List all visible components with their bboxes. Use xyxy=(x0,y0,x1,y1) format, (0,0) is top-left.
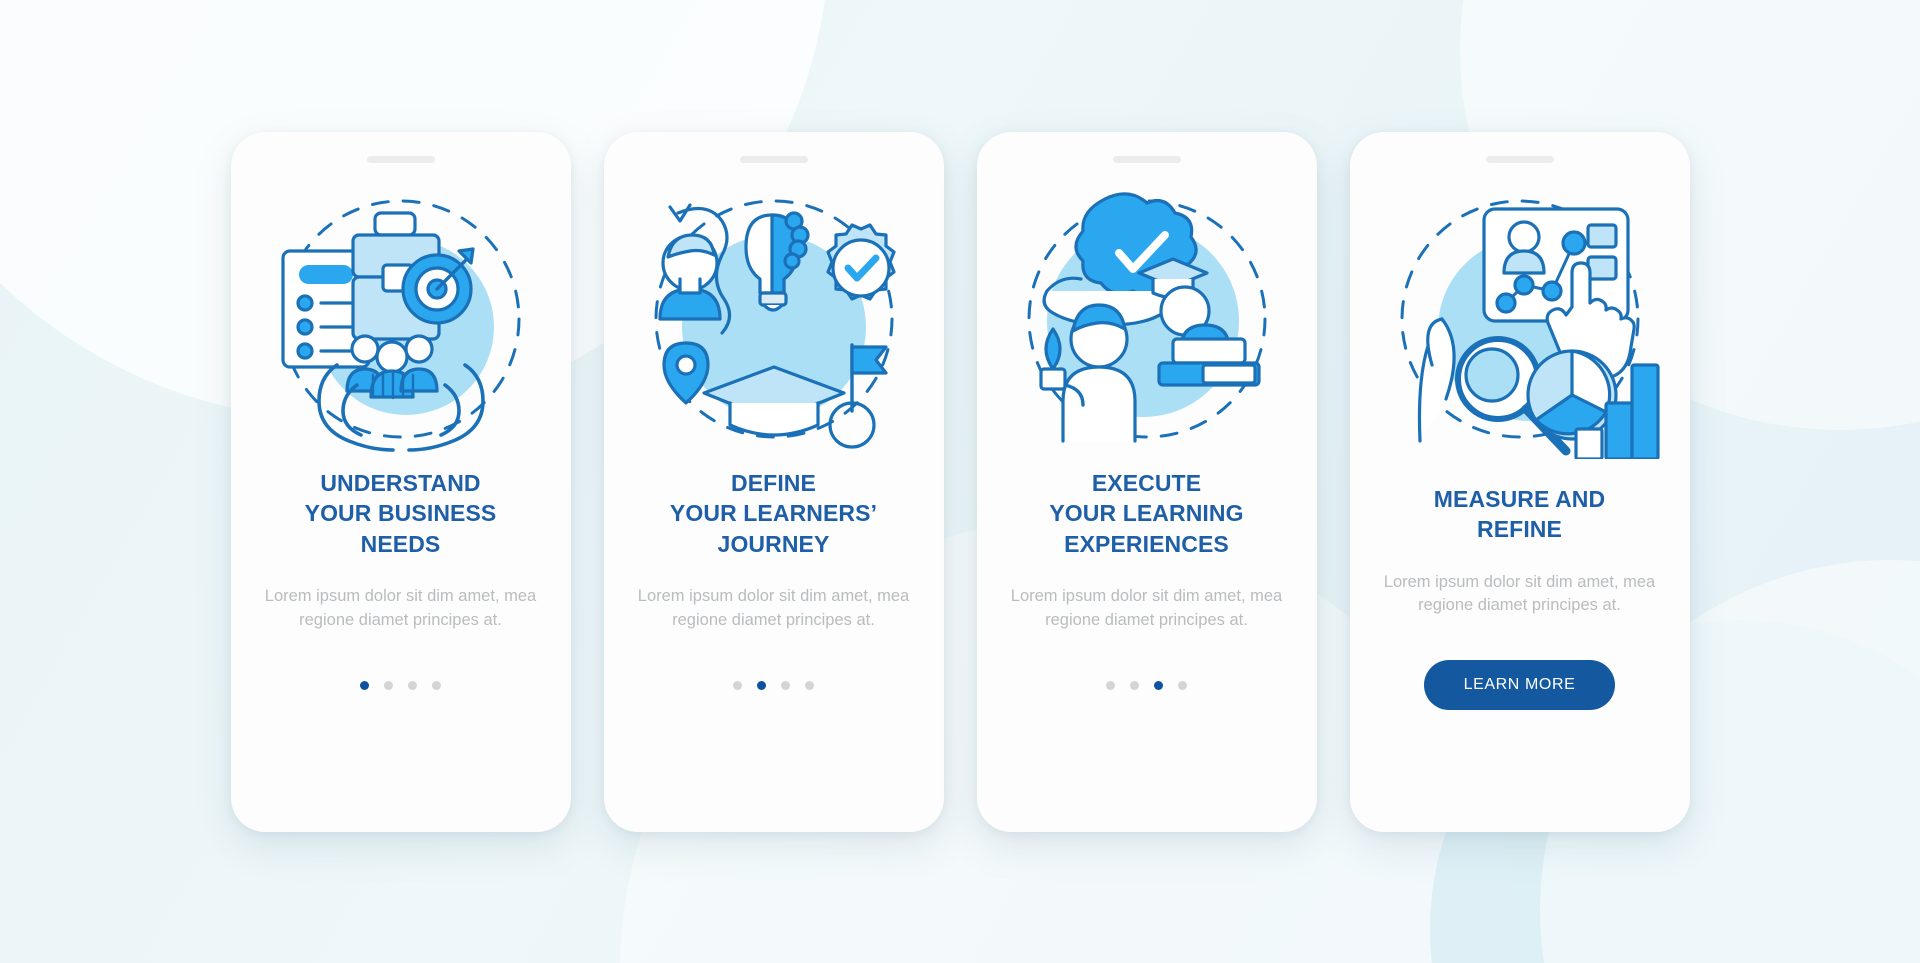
pagination-dots[interactable] xyxy=(1106,680,1187,690)
phone-speaker-bar xyxy=(366,155,435,163)
pagination-dot-1[interactable] xyxy=(360,680,369,690)
page-description: Lorem ipsum dolor sit dim amet, mea regi… xyxy=(264,587,537,629)
measure-refine-illustration xyxy=(1370,177,1670,462)
pagination-dot-1[interactable] xyxy=(1106,680,1115,690)
phone-speaker-bar xyxy=(1112,155,1181,163)
onboarding-screen-4[interactable]: MEASURE AND REFINE Lorem ipsum dolor sit… xyxy=(1349,131,1690,832)
onboarding-screens-row: UNDERSTAND YOUR BUSINESS NEEDS Lorem ips… xyxy=(0,0,1920,963)
learn-more-button[interactable]: LEARN MORE xyxy=(1423,660,1616,711)
pagination-dot-3[interactable] xyxy=(1154,680,1163,690)
phone-speaker-bar xyxy=(1485,155,1554,163)
pagination-dot-2[interactable] xyxy=(757,680,766,690)
onboarding-screen-1[interactable]: UNDERSTAND YOUR BUSINESS NEEDS Lorem ips… xyxy=(230,131,571,832)
onboarding-screen-3[interactable]: EXECUTE YOUR LEARNING EXPERIENCES Lorem … xyxy=(976,131,1317,832)
onboarding-screen-2[interactable]: DEFINE YOUR LEARNERS’ JOURNEY Lorem ipsu… xyxy=(603,131,944,832)
learners-journey-illustration xyxy=(624,177,924,462)
pagination-dot-4[interactable] xyxy=(1178,680,1187,690)
pagination-dot-2[interactable] xyxy=(384,680,393,690)
business-needs-illustration xyxy=(251,177,551,462)
pagination-dot-3[interactable] xyxy=(408,680,417,690)
pagination-dots[interactable] xyxy=(360,680,441,690)
page-title: MEASURE AND REFINE xyxy=(1433,485,1606,543)
pagination-dot-4[interactable] xyxy=(805,680,814,690)
page-description: Lorem ipsum dolor sit dim amet, mea regi… xyxy=(637,587,910,629)
pagination-dot-1[interactable] xyxy=(733,680,742,690)
page-title: DEFINE YOUR LEARNERS’ JOURNEY xyxy=(669,469,878,557)
page-title: EXECUTE YOUR LEARNING EXPERIENCES xyxy=(1049,469,1244,557)
pagination-dot-2[interactable] xyxy=(1130,680,1139,690)
page-description: Lorem ipsum dolor sit dim amet, mea regi… xyxy=(1010,587,1283,629)
pagination-dot-4[interactable] xyxy=(432,680,441,690)
pagination-dot-3[interactable] xyxy=(781,680,790,690)
learning-experiences-illustration xyxy=(997,177,1297,462)
page-description: Lorem ipsum dolor sit dim amet, mea regi… xyxy=(1383,572,1656,615)
page-title: UNDERSTAND YOUR BUSINESS NEEDS xyxy=(304,469,497,557)
pagination-dots[interactable] xyxy=(733,680,814,690)
phone-speaker-bar xyxy=(739,155,808,163)
